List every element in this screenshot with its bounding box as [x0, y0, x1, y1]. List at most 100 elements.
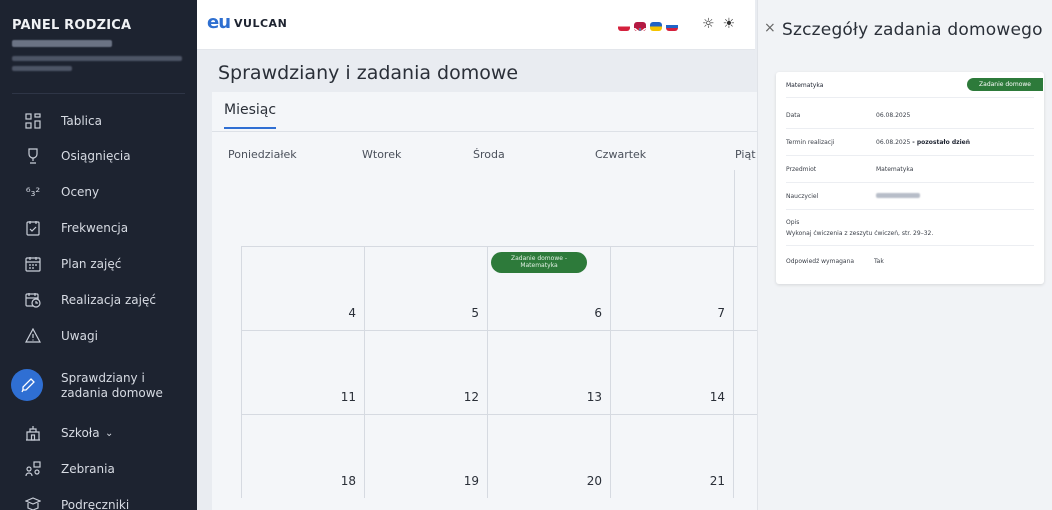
detail-row-teacher: Nauczyciel [786, 183, 1034, 210]
calendar-day-4[interactable]: 4 [241, 246, 364, 330]
weekday-header: Poniedziałek Wtorek Środa Czwartek Piąt [212, 148, 757, 166]
status-badge: Zadanie domowe [967, 78, 1043, 91]
grades-icon: ⁶₃² [25, 185, 41, 199]
detail-row-description: Opis Wykonaj ćwiczenia z zeszytu ćwiczeń… [786, 210, 1034, 246]
tab-bar: Miesiąc [212, 92, 757, 132]
deadline-date: 06.08.2025 [876, 139, 911, 146]
sidebar-item-podreczniki[interactable]: Podręczniki [0, 487, 197, 510]
calendar-day-12[interactable]: 12 [364, 330, 487, 414]
detail-label: Odpowiedź wymagana [786, 258, 855, 265]
calendar-day-18[interactable]: 18 [241, 414, 364, 498]
sidebar-item-label: Sprawdziany i zadania domowe [61, 371, 163, 400]
dashboard-icon [24, 112, 42, 130]
sidebar-item-szkola[interactable]: Szkoła ⌄ [0, 415, 197, 451]
sidebar-item-label: Podręczniki [61, 497, 130, 510]
deadline-remaining: - pozostało dzień [912, 139, 971, 146]
logo-text: VULCAN [234, 17, 288, 30]
logo-mark: eu [207, 12, 231, 33]
sidebar-item-label: Frekwencja [61, 220, 129, 235]
warning-icon [24, 327, 42, 345]
sidebar-item-zebrania[interactable]: Zebrania [0, 451, 197, 487]
homework-event[interactable]: Zadanie domowe - Matematyka [491, 252, 587, 273]
language-switcher [618, 22, 678, 31]
detail-label: Termin realizacji [786, 139, 835, 146]
vulcan-logo[interactable]: eu VULCAN [207, 12, 287, 33]
sidebar-divider [12, 93, 185, 94]
calendar-day-5[interactable]: 5 [364, 246, 487, 330]
flag-en-icon[interactable] [634, 22, 646, 31]
detail-row-subject: Przedmiot Matematyka [786, 156, 1034, 183]
weekday-label: Wtorek [362, 148, 402, 161]
calendar-day-11[interactable]: 11 [241, 330, 364, 414]
theme-switcher: ☼ ☀ [702, 16, 735, 32]
subject-header: Matematyka [786, 82, 824, 89]
sidebar-item-label: Plan zajęć [61, 256, 122, 271]
sidebar-item-realizacja-zajec[interactable]: Realizacja zajęć [0, 282, 197, 318]
pencil-icon [19, 376, 37, 394]
trophy-icon [24, 147, 42, 165]
tab-month[interactable]: Miesiąc [224, 102, 277, 129]
detail-value: Tak [874, 258, 884, 265]
top-bar: eu VULCAN ☼ ☀ [197, 0, 755, 50]
detail-label: Przedmiot [786, 166, 817, 173]
detail-value: Matematyka [876, 166, 914, 173]
blurred-teacher-name [876, 193, 920, 200]
flag-pl-icon[interactable] [618, 22, 630, 31]
flag-ru-icon[interactable] [666, 22, 678, 31]
calendar-clock-icon [24, 291, 42, 309]
calendar-day-19[interactable]: 19 [364, 414, 487, 498]
sidebar-item-oceny[interactable]: ⁶₃² Oceny [0, 174, 197, 210]
sidebar-item-osiagniecia[interactable]: Osiągnięcia [0, 138, 197, 174]
sidebar-item-label: Zebrania [61, 461, 115, 476]
close-icon[interactable]: × [764, 20, 776, 36]
detail-value: 06.08.2025 [876, 112, 911, 119]
sidebar-item-label: Realizacja zajęć [61, 292, 156, 307]
weekday-label: Poniedziałek [228, 148, 297, 161]
detail-value: 06.08.2025 - pozostało dzień [876, 139, 970, 146]
calendar-grid: 4 5 Zadanie domowe - Matematyka 6 7 11 1… [241, 246, 763, 510]
calendar-day-14[interactable]: 14 [610, 330, 733, 414]
sidebar-item-label: Uwagi [61, 328, 98, 343]
page-title: Sprawdziany i zadania domowe [218, 62, 519, 84]
sidebar: PANEL RODZICA Tablica Osiągnięcia ⁶₃² Oc… [0, 0, 197, 510]
flag-ua-icon[interactable] [650, 22, 662, 31]
detail-value: Wykonaj ćwiczenia z zeszytu ćwiczeń, str… [786, 230, 934, 237]
sidebar-item-tablica[interactable]: Tablica [0, 103, 197, 139]
sidebar-item-sprawdziany[interactable]: Sprawdziany i zadania domowe [0, 365, 197, 405]
detail-label: Data [786, 112, 801, 119]
calendar-day-20[interactable]: 20 [487, 414, 610, 498]
sidebar-item-frekwencja[interactable]: Frekwencja [0, 210, 197, 246]
attendance-icon [24, 219, 42, 237]
event-line2: Matematyka [520, 262, 558, 269]
schedule-icon [24, 255, 42, 273]
calendar-day-13[interactable]: 13 [487, 330, 610, 414]
school-icon [24, 424, 42, 442]
column-divider [734, 170, 735, 250]
sidebar-item-label: Szkoła [61, 425, 100, 440]
light-theme-icon[interactable]: ☼ [702, 16, 715, 32]
chevron-down-icon: ⌄ [105, 427, 114, 439]
dark-theme-icon[interactable]: ☀ [723, 16, 736, 32]
calendar-day-6[interactable]: Zadanie domowe - Matematyka 6 [487, 246, 610, 330]
calendar-day-21[interactable]: 21 [610, 414, 733, 498]
blurred-school-name-line2 [12, 66, 72, 71]
weekday-label: Piąt [735, 148, 756, 161]
sidebar-item-label: Tablica [61, 113, 102, 128]
panel-title-label: PANEL RODZICA [12, 18, 132, 33]
sidebar-item-plan-zajec[interactable]: Plan zajęć [0, 246, 197, 282]
sidebar-item-label: Osiągnięcia [61, 148, 131, 163]
detail-row-response: Odpowiedź wymagana Tak [786, 246, 1034, 274]
weekday-label: Środa [473, 148, 505, 161]
meeting-icon [24, 460, 42, 478]
weekday-label: Czwartek [595, 148, 647, 161]
blurred-student-name [12, 40, 112, 47]
calendar-day-7[interactable]: 7 [610, 246, 733, 330]
detail-label: Nauczyciel [786, 193, 819, 200]
detail-row-deadline: Termin realizacji 06.08.2025 - pozostało… [786, 129, 1034, 156]
panel-title: Szczegóły zadania domowego [782, 20, 1043, 40]
event-line1: Zadanie domowe - [510, 255, 567, 262]
blurred-school-name [12, 56, 182, 61]
sidebar-item-uwagi[interactable]: Uwagi [0, 318, 197, 354]
detail-row-date: Data 06.08.2025 [786, 102, 1034, 129]
detail-label: Opis [786, 219, 800, 226]
